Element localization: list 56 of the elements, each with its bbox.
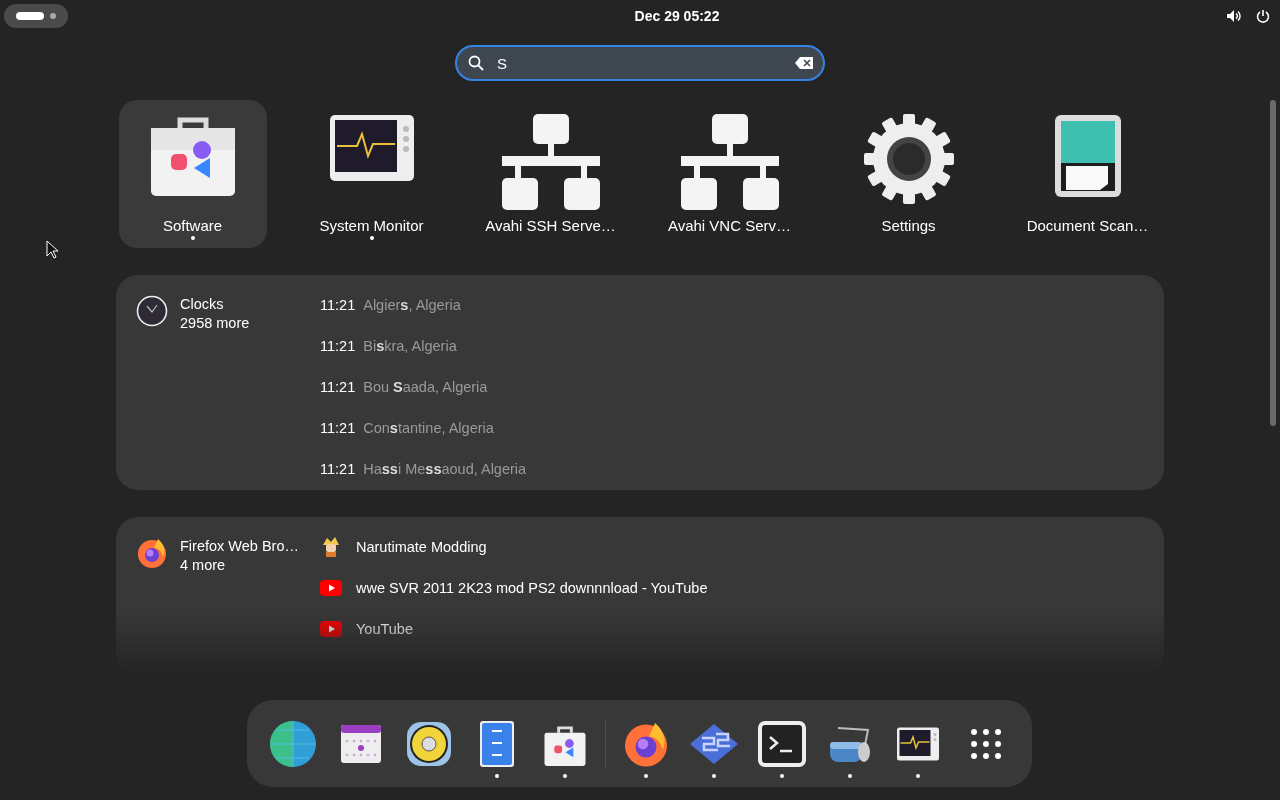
- blocks-icon[interactable]: [690, 723, 738, 764]
- result-time: 11:21: [320, 460, 356, 477]
- app-label: Document Scan…: [1026, 217, 1149, 234]
- globe-icon[interactable]: [269, 719, 317, 768]
- power-icon[interactable]: [1256, 9, 1270, 23]
- app-tile[interactable]: Avahi SSH Serve…: [476, 100, 625, 248]
- scanner-icon: [1053, 114, 1122, 198]
- search-field[interactable]: S: [455, 45, 825, 81]
- youtube-icon: [320, 620, 342, 637]
- gear-icon: [863, 114, 954, 204]
- app-grid-icon[interactable]: [971, 728, 1001, 759]
- result-title[interactable]: Narutimate Modding: [356, 538, 487, 555]
- more-count: 4 more: [180, 556, 227, 575]
- result-time: 11:21: [320, 337, 356, 354]
- result-title[interactable]: Algiers, Algeria: [363, 296, 461, 313]
- app-label: Avahi VNC Serv…: [667, 217, 792, 234]
- clock[interactable]: Dec 29 05:22: [634, 8, 720, 24]
- speaker-icon[interactable]: [406, 720, 452, 767]
- volume-icon[interactable]: [1226, 9, 1242, 23]
- result-time: 11:21: [320, 419, 356, 436]
- app-tile[interactable]: Avahi VNC Serv…: [655, 100, 804, 248]
- app-label: System Monitor: [319, 217, 424, 234]
- file-cabinet-icon[interactable]: [480, 720, 514, 767]
- result-title[interactable]: Biskra, Algeria: [363, 337, 457, 354]
- network-icon: [680, 114, 779, 210]
- scrollbar[interactable]: [1270, 100, 1276, 426]
- clear-icon[interactable]: [795, 57, 813, 69]
- result-time: 11:21: [320, 296, 356, 313]
- provider-name[interactable]: Clocks: [180, 295, 250, 314]
- result-title[interactable]: YouTube: [356, 620, 413, 637]
- app-label: Settings: [881, 217, 936, 234]
- result-time: 11:21: [320, 378, 356, 395]
- app-tile[interactable]: Document Scan…: [1013, 100, 1162, 248]
- network-icon: [501, 114, 600, 210]
- workspace-indicator[interactable]: [4, 4, 68, 28]
- provider-name[interactable]: Firefox Web Bro…: [180, 537, 299, 556]
- search-icon: [468, 55, 484, 71]
- terminal-icon[interactable]: [758, 720, 806, 767]
- result-title[interactable]: Hassi Messaoud, Algeria: [363, 460, 527, 477]
- calendar-icon[interactable]: [341, 724, 381, 763]
- app-label: Avahi SSH Serve…: [485, 217, 616, 234]
- more-count: 2958 more: [180, 314, 250, 333]
- favicon-icon: [320, 535, 342, 558]
- monitor-icon[interactable]: [896, 726, 940, 761]
- monitor-icon: [328, 114, 415, 182]
- app-tile[interactable]: System Monitor: [297, 100, 446, 248]
- app-tile[interactable]: Settings: [834, 100, 983, 248]
- result-title[interactable]: Bou Saada, Algeria: [363, 378, 488, 395]
- result-title[interactable]: Constantine, Algeria: [363, 419, 494, 436]
- result-title[interactable]: wwe SVR 2011 2K23 mod PS2 downnnload - YouTube: [356, 579, 708, 596]
- firefox-icon: [136, 537, 168, 569]
- clock-icon: [136, 295, 168, 327]
- youtube-icon: [320, 579, 342, 596]
- pointer-icon: [46, 240, 58, 260]
- app-label: Software: [162, 217, 223, 234]
- app-tile[interactable]: Software: [118, 100, 267, 248]
